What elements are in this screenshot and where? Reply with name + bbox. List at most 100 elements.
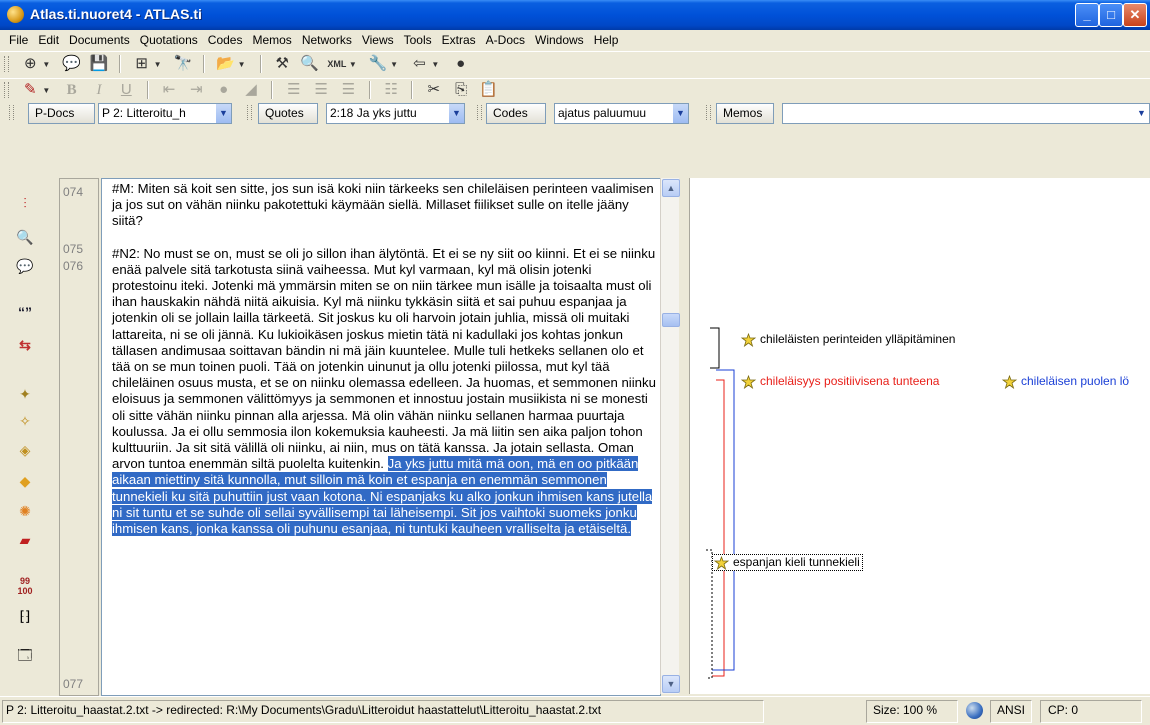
maximize-button[interactable]: □ [1099,3,1123,27]
code-tag[interactable]: chileläisen puolen lö [1001,374,1129,389]
chevron-down-icon[interactable]: ▼ [1134,104,1149,123]
code-in-vivo-icon[interactable]: ◈ [14,439,36,461]
decrease-indent-icon[interactable]: ⇤ [159,80,179,100]
list-icon[interactable]: ☷ [381,80,401,100]
menu-codes[interactable]: Codes [203,31,248,49]
scroll-down-button[interactable]: ▼ [662,675,680,693]
menu-edit[interactable]: Edit [33,31,64,49]
vertical-toolbar: ⫶ 🔍 💬 “” ⇆ ✦ ✧ ◈ ◆ ✺ ▰ 99 100 ⁅⁆ 🗔 [8,177,40,693]
code-tag[interactable]: chileläisyys positiivisena tunteena [740,374,939,389]
close-button[interactable]: ✕ [1123,3,1147,27]
bomb-icon[interactable]: ● [451,54,471,74]
quick-code-icon[interactable]: ✺ [14,500,36,522]
codes-button[interactable]: Codes [486,103,546,124]
align-left-icon[interactable]: ☰ [284,80,304,100]
zoom-icon[interactable]: 🔍 [14,226,36,248]
menu-memos[interactable]: Memos [247,31,296,49]
code-by-list-icon[interactable]: ◆ [14,470,36,492]
quotes-button[interactable]: Quotes [258,103,318,124]
chevron-down-icon[interactable]: ▼ [216,104,231,123]
chevron-down-icon[interactable]: ▼ [449,104,464,123]
code-tag[interactable]: espanjan kieli tunnekieli [712,554,863,571]
numbering-icon[interactable]: 99 100 [14,576,36,598]
code-icon[interactable]: ✦ [14,383,36,405]
menu-tools[interactable]: Tools [399,31,437,49]
italic-icon[interactable]: I [89,80,109,100]
toolbar-grip[interactable] [4,56,9,72]
highlight-icon[interactable]: ◢ [241,80,261,100]
minimize-button[interactable]: _ [1075,3,1099,27]
new-document-icon[interactable]: ⊕ [20,54,40,74]
memos-dropdown[interactable]: ▼ [782,103,1150,124]
code-brackets [706,327,735,679]
wrench-icon[interactable]: 🔧 [368,54,388,74]
open-folder-icon[interactable]: 📂 [216,54,236,74]
menu-adocs[interactable]: A-Docs [481,31,530,49]
document-scrollbar[interactable]: ▲ ▼ [660,178,680,694]
menu-networks[interactable]: Networks [297,31,357,49]
window-icon[interactable]: 🗔 [14,644,36,666]
code-list-icon[interactable]: ✧ [14,410,36,432]
quotes-dropdown[interactable]: 2:18 Ja yks juttu ▼ [326,103,465,124]
navigator-grip[interactable] [9,105,14,120]
globe-icon[interactable] [966,702,983,719]
navigator-grip[interactable] [247,105,252,120]
menu-items: File Edit Documents Quotations Codes Memos Net… [4,31,623,49]
menu-quotations[interactable]: Quotations [135,31,203,49]
paragraph-076-text[interactable]: #N2: No must se on, must se oli jo sillo… [112,246,656,472]
search-tool-icon[interactable]: 🔍 [300,54,320,74]
query-tool-icon[interactable]: ⚒ [272,54,292,74]
increase-indent-icon[interactable]: ⇥ [186,80,206,100]
menu-extras[interactable]: Extras [437,31,481,49]
save-icon[interactable]: 💾 [89,54,109,74]
paragraph-076[interactable]: #N2: No must se on, must se oli jo sillo… [112,246,657,538]
pen-icon[interactable]: ✎ [20,80,40,100]
align-right-icon[interactable]: ☰ [338,80,358,100]
menu-documents[interactable]: Documents [64,31,135,49]
toolbar-grip[interactable] [4,82,9,98]
scroll-up-button[interactable]: ▲ [662,179,680,197]
memos-button[interactable]: Memos [716,103,774,124]
pdocs-button[interactable]: P-Docs [28,103,95,124]
xml-export-icon[interactable]: XML [327,54,347,74]
codes-dropdown[interactable]: ajatus paluumuu ▼ [554,103,689,124]
comment-icon[interactable]: 💬 [62,54,82,74]
back-arrow-icon[interactable]: ⇦ [409,54,429,74]
bold-icon[interactable]: B [62,80,82,100]
assign-icon[interactable]: ⊞ [132,54,152,74]
margin-area[interactable]: chileläisten perinteiden ylläpitäminen c… [689,178,1150,694]
code-tag[interactable]: chileläisten perinteiden ylläpitäminen [740,332,955,347]
app-icon [7,6,24,23]
paragraph-074[interactable]: #M: Miten sä koit sen sitte, jos sun isä… [112,181,657,230]
margin-toggle-icon[interactable]: ⫶ [14,192,36,214]
bracket-icon[interactable]: ⁅⁆ [14,605,36,627]
binoculars-icon[interactable]: 🔭 [173,54,193,74]
comment-bubble-icon[interactable]: 💬 [14,255,36,277]
align-center-icon[interactable]: ☰ [311,80,331,100]
code-icon [713,555,730,570]
document-pane[interactable]: #M: Miten sä koit sen sitte, jos sun isä… [101,178,661,696]
copy-icon[interactable]: ⎘ [451,80,471,100]
pdocs-dropdown[interactable]: P 2: Litteroitu_h ▼ [98,103,232,124]
paste-icon[interactable]: 📋 [478,80,498,100]
cut-icon[interactable]: ✂ [424,80,444,100]
chevron-down-icon[interactable]: ▼ [673,104,688,123]
navigator-grip[interactable] [706,105,711,120]
document-text[interactable]: #M: Miten sä koit sen sitte, jos sun isä… [112,181,657,537]
line-number: 076 [63,259,84,273]
menu-windows[interactable]: Windows [530,31,589,49]
menu-help[interactable]: Help [589,31,624,49]
menu-views[interactable]: Views [357,31,399,49]
main-toolbar: ⊕ ▼ 💬 💾 ⊞ ▼ 🔭 📂 ▼ ⚒ 🔍 XML ▼ 🔧 ▼ ⇦ ▼ ● [0,51,1150,80]
title-bar: Atlas.ti.nuoret4 - ATLAS.ti _ □ ✕ [0,0,1150,30]
menu-file[interactable]: File [4,31,33,49]
underline-icon[interactable]: U [116,80,136,100]
quote-icon[interactable]: “” [14,301,36,323]
quote-split-icon[interactable]: ⇆ [14,334,36,356]
memo-icon[interactable]: ▰ [14,529,36,551]
shape-icon[interactable]: ● [214,80,234,100]
scroll-thumb[interactable] [662,313,680,327]
navigator-bar: P-Docs P 2: Litteroitu_h ▼ Quotes 2:18 J… [0,101,1150,125]
navigator-grip[interactable] [477,105,482,120]
line-number: 074 [63,185,84,199]
